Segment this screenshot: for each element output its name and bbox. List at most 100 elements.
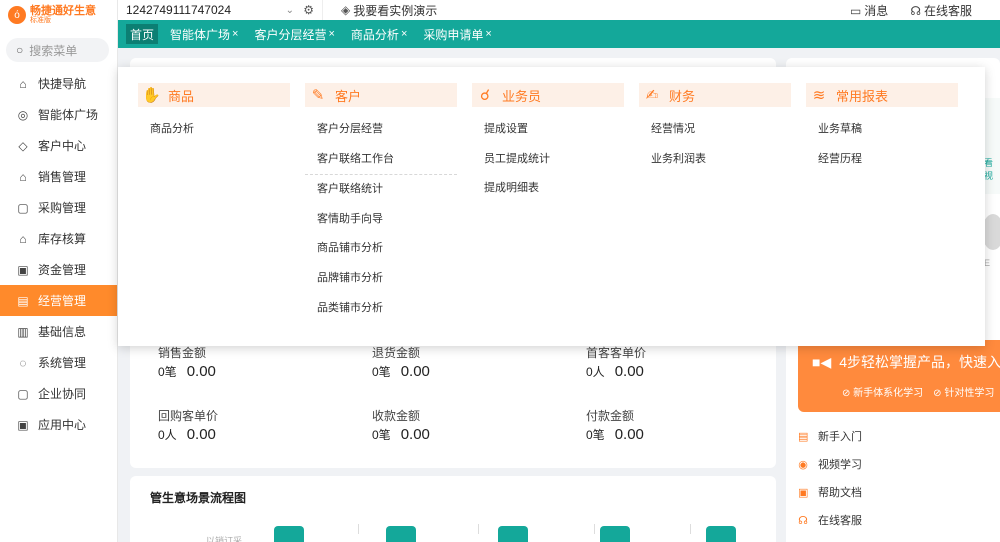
- menu-item[interactable]: 经营情况: [651, 115, 791, 145]
- flow-step-icon[interactable]: [274, 526, 304, 542]
- tab[interactable]: 智能体广场 ×: [166, 24, 242, 44]
- close-icon[interactable]: ×: [328, 28, 334, 40]
- tab[interactable]: 商品分析 ×: [347, 24, 411, 44]
- ai-icon: ◎: [17, 107, 29, 122]
- sidebar-item[interactable]: ▥ 基础信息: [0, 316, 117, 347]
- sidebar-item[interactable]: ◎ 智能体广场: [0, 99, 117, 130]
- demo-link[interactable]: ◈ 我要看实例演示: [341, 2, 437, 19]
- help-link-label: 视频学习: [818, 459, 862, 471]
- chevron-down-icon[interactable]: ⌄: [286, 5, 294, 16]
- menu-item[interactable]: 客户联络统计: [317, 175, 457, 205]
- sidebar-item-label: 经营管理: [38, 294, 87, 308]
- menu-item[interactable]: 业务利润表: [651, 145, 791, 175]
- menu-item[interactable]: 提成明细表: [484, 174, 624, 204]
- sidebar-item[interactable]: ▢ 采购管理: [0, 192, 117, 223]
- sidebar-item-label: 销售管理: [38, 170, 87, 184]
- demo-label: 我要看实例演示: [353, 3, 438, 18]
- promo-tag[interactable]: ⊘ 新手体系化学习: [842, 384, 923, 399]
- help-link-label: 帮助文档: [818, 487, 862, 499]
- help-link-label: 在线客服: [818, 515, 862, 527]
- tab[interactable]: 首页: [126, 24, 159, 44]
- tag-hand-icon: ✋: [142, 87, 161, 104]
- messages-label: 消息: [864, 3, 889, 18]
- menu-item[interactable]: 品牌铺市分析: [317, 264, 457, 294]
- flow-step-icon[interactable]: [386, 526, 416, 542]
- menu-column: ≋ 常用报表 业务草稿 经营历程: [806, 83, 958, 174]
- sidebar-item[interactable]: ◇ 客户中心: [0, 130, 117, 161]
- tab-bar: 首页 智能体广场 × 客户分层经营 × 商品分析 × 采购申请单 ×: [118, 20, 1000, 48]
- sidebar: ό 畅捷通好生意 标准版 ○ 搜索菜单 ⌂ 快捷导航 ◎ 智能体广场 ◇ 客户中心 ⌂ 销售管…: [0, 0, 118, 542]
- menu-item[interactable]: 品类铺市分析: [317, 294, 457, 324]
- report-icon: ≋: [812, 87, 826, 104]
- edge-label[interactable]: 看视: [984, 156, 1000, 182]
- sales-icon: ⌂: [19, 169, 27, 184]
- menu-column-title: 客户: [335, 88, 362, 104]
- menu-search-input[interactable]: ○ 搜索菜单: [6, 38, 109, 62]
- stat-payments: 付款金额 0笔 0.00: [586, 409, 644, 443]
- tab[interactable]: 客户分层经营 ×: [250, 24, 338, 44]
- menu-column-header: ☌ 业务员: [472, 83, 624, 107]
- promo-tag[interactable]: ⊘ 针对性学习: [933, 384, 994, 399]
- menu-column-title: 业务员: [502, 88, 542, 104]
- sidebar-item[interactable]: ▣ 应用中心: [0, 409, 117, 440]
- account-selector[interactable]: 1242749111747024 ⌄ ⚙: [118, 0, 323, 20]
- sidebar-item-label: 库存核算: [38, 232, 87, 246]
- menu-column-header: ✎ 客户: [305, 83, 457, 107]
- logo[interactable]: ό 畅捷通好生意 标准版: [0, 0, 117, 30]
- sidebar-item[interactable]: ▣ 资金管理: [0, 254, 117, 285]
- stat-repurchase-price: 回购客单价 0人 0.00: [158, 409, 219, 443]
- sidebar-nav: ⌂ 快捷导航 ◎ 智能体广场 ◇ 客户中心 ⌂ 销售管理 ▢ 采购管理 ⌂ 库存核算 ▣ 资金管理 ▤ 经营管…: [0, 68, 117, 440]
- help-link[interactable]: ◉ 视频学习: [798, 456, 862, 472]
- bag-icon: ▢: [17, 200, 29, 215]
- menu-item[interactable]: 商品分析: [150, 115, 290, 145]
- sidebar-item-label: 快捷导航: [38, 77, 87, 91]
- menu-item[interactable]: 客情助手向导: [317, 205, 457, 235]
- play-icon: ◉: [798, 458, 808, 471]
- sidebar-item[interactable]: ▤ 经营管理: [0, 285, 117, 316]
- menu-item[interactable]: 员工提成统计: [484, 145, 624, 175]
- sidebar-item[interactable]: ▢ 企业协同: [0, 378, 117, 409]
- flow-step-icon[interactable]: [600, 526, 630, 542]
- message-icon: ▭: [849, 3, 862, 18]
- help-link[interactable]: ☊ 在线客服: [798, 512, 862, 528]
- help-link[interactable]: ▤ 新手入门: [798, 428, 862, 444]
- close-icon[interactable]: ×: [232, 28, 238, 40]
- doc-icon: ▣: [798, 486, 809, 499]
- sidebar-item[interactable]: ⌂ 库存核算: [0, 223, 117, 254]
- sidebar-item-label: 基础信息: [38, 325, 87, 339]
- menu-item[interactable]: 提成设置: [484, 115, 624, 145]
- help-link[interactable]: ▣ 帮助文档: [798, 484, 862, 500]
- close-icon[interactable]: ×: [401, 28, 407, 40]
- menu-item[interactable]: 客户联络工作台: [317, 145, 457, 175]
- video-camera-icon: ■◀: [812, 353, 832, 370]
- clipboard-icon: ▤: [17, 293, 29, 308]
- sidebar-item-label: 企业协同: [38, 387, 87, 401]
- flow-step-icon[interactable]: [498, 526, 528, 542]
- menu-item[interactable]: 业务草稿: [818, 115, 958, 145]
- menu-item[interactable]: 商品铺市分析: [317, 234, 457, 264]
- sidebar-item[interactable]: ⌂ 销售管理: [0, 161, 117, 192]
- warehouse-icon: ⌂: [19, 231, 27, 246]
- support-button[interactable]: ☊ 在线客服: [910, 2, 972, 19]
- tab-label: 采购申请单: [423, 27, 484, 42]
- sidebar-item-label: 智能体广场: [38, 108, 99, 122]
- tab-label: 首页: [130, 27, 155, 42]
- sidebar-item[interactable]: ⌂ 快捷导航: [0, 68, 117, 99]
- menu-column-header: ✋ 商品: [138, 83, 290, 107]
- promo-banner[interactable]: ■◀ 4步轻松掌握产品，快速入 ⊘ 新手体系化学习 ⊘ 针对性学习: [798, 340, 1000, 412]
- salesman-icon: ☌: [479, 87, 491, 104]
- sidebar-item-label: 应用中心: [38, 418, 87, 432]
- flow-step-icon[interactable]: [706, 526, 736, 542]
- menu-item[interactable]: 经营历程: [818, 145, 958, 175]
- messages-button[interactable]: ▭ 消息: [850, 2, 888, 19]
- flow-title: 管生意场景流程图: [150, 491, 247, 505]
- sidebar-item[interactable]: ◌ 系统管理: [0, 347, 117, 378]
- app-version: 标准版: [30, 17, 51, 25]
- gear-icon[interactable]: ⚙: [303, 3, 314, 17]
- close-icon[interactable]: ×: [485, 28, 491, 40]
- menu-item[interactable]: 客户分层经营: [317, 115, 457, 145]
- apps-icon: ▣: [17, 417, 29, 432]
- tab[interactable]: 采购申请单 ×: [419, 24, 495, 44]
- headset-icon: ☊: [798, 514, 808, 527]
- customer-icon: ✎: [311, 87, 325, 104]
